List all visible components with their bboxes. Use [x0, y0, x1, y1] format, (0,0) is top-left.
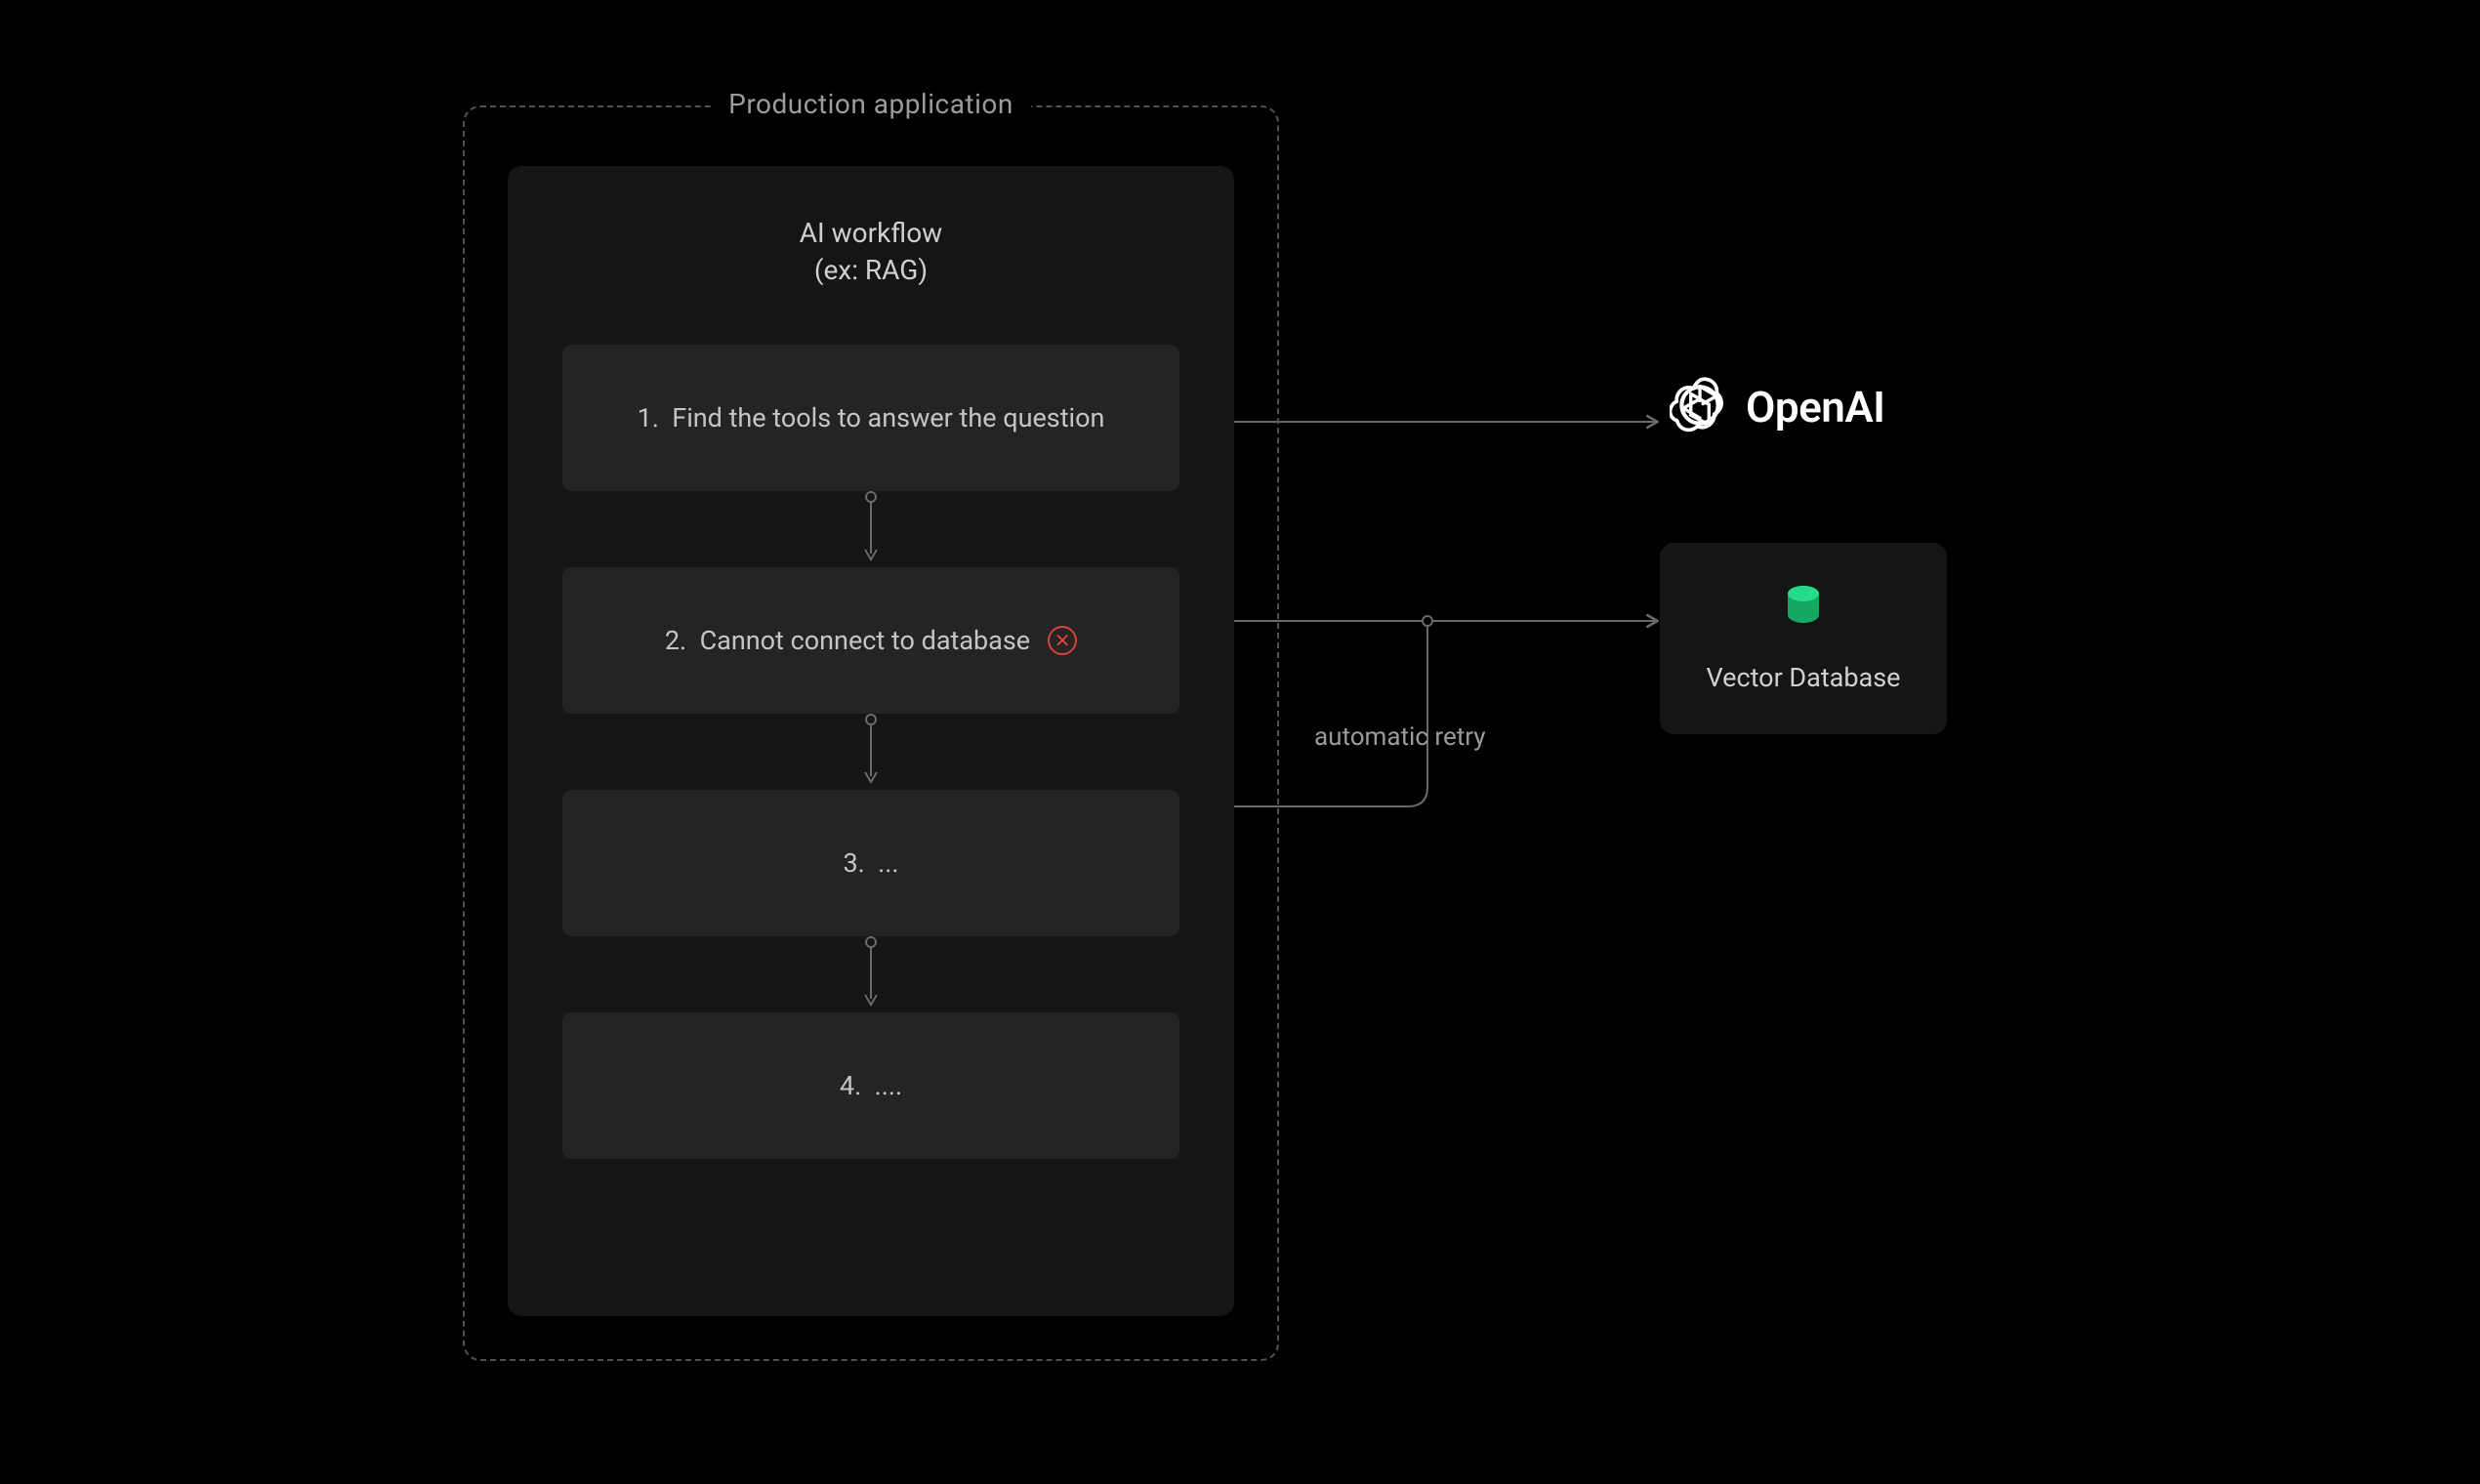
step-label: 1. Find the tools to answer the question: [638, 402, 1105, 433]
arrow-down-icon: [870, 714, 872, 790]
database-icon: [1784, 584, 1823, 635]
arrow-down-icon: [870, 491, 872, 567]
vector-database-endpoint: Vector Database: [1660, 543, 1947, 734]
workflow-steps: 1. Find the tools to answer the question…: [562, 345, 1179, 1159]
openai-label: OpenAI: [1746, 382, 1884, 433]
workflow-panel: AI workflow (ex: RAG) 1. Find the tools …: [508, 166, 1234, 1316]
workflow-step-4: 4. ....: [562, 1012, 1179, 1159]
step-label: 2. Cannot connect to database: [665, 625, 1030, 656]
production-app-container: Production application AI workflow (ex: …: [463, 105, 1279, 1361]
diagram-canvas: automatic retry Production application A…: [0, 0, 2480, 1484]
retry-label: automatic retry: [1314, 722, 1486, 752]
arrow-down-icon: [870, 936, 872, 1012]
step-label: 3. ...: [843, 847, 898, 879]
error-icon: ✕: [1048, 626, 1077, 655]
workflow-subtitle: (ex: RAG): [814, 254, 928, 286]
workflow-step-2: 2. Cannot connect to database ✕: [562, 567, 1179, 714]
workflow-step-3: 3. ...: [562, 790, 1179, 936]
vector-database-label: Vector Database: [1707, 662, 1901, 693]
workflow-title: AI workflow: [800, 213, 942, 254]
workflow-step-1: 1. Find the tools to answer the question: [562, 345, 1179, 491]
step-label: 4. ....: [840, 1070, 902, 1101]
openai-logo-icon: [1670, 375, 1730, 439]
production-app-label: Production application: [711, 88, 1031, 120]
openai-endpoint: OpenAI: [1670, 375, 1884, 439]
